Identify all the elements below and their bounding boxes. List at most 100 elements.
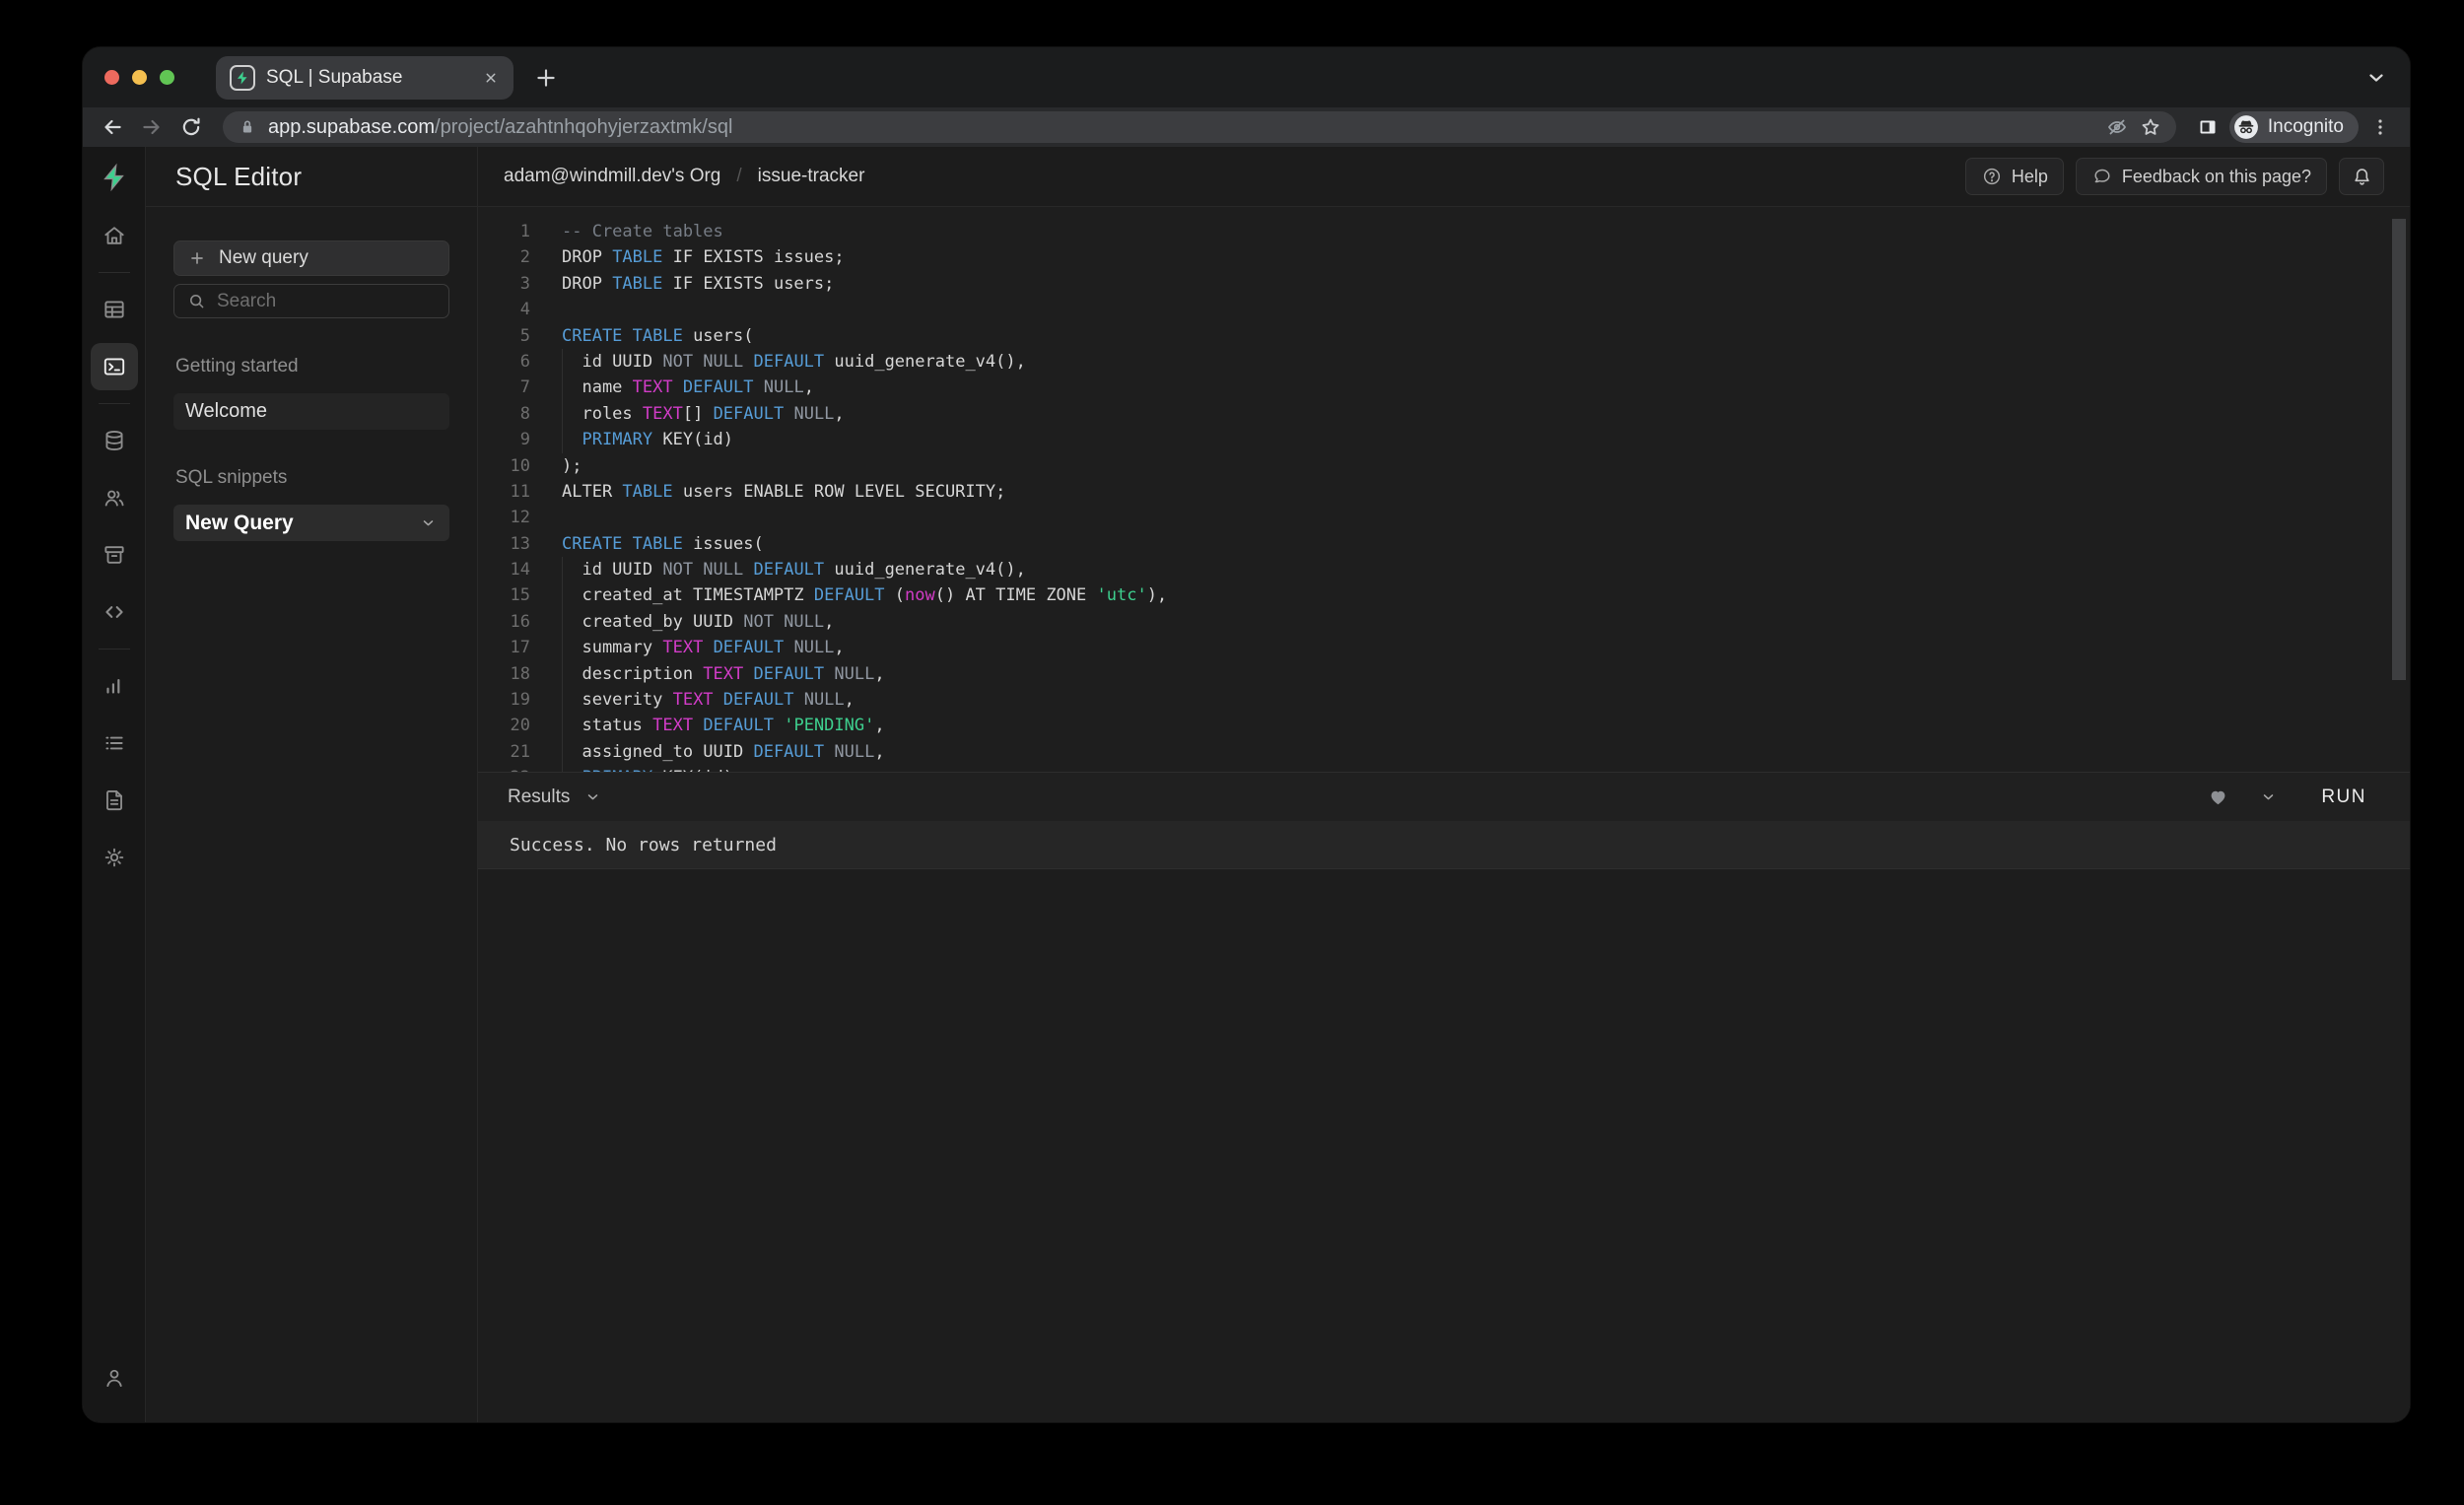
code-line[interactable]: 12 <box>478 505 2410 530</box>
run-button[interactable]: RUN <box>2307 779 2380 816</box>
incognito-badge[interactable]: Incognito <box>2229 111 2359 143</box>
chevron-down-icon[interactable] <box>419 513 438 532</box>
side-panel-icon[interactable] <box>2190 110 2225 144</box>
forward-icon[interactable] <box>134 110 170 144</box>
code-text: name TEXT DEFAULT NULL, <box>562 375 814 400</box>
lock-icon <box>237 116 258 138</box>
close-icon[interactable] <box>482 69 500 87</box>
logs-icon[interactable] <box>91 715 138 772</box>
minimize-window-button[interactable] <box>132 70 147 85</box>
api-docs-icon[interactable] <box>91 772 138 829</box>
code-line[interactable]: 14 id UUID NOT NULL DEFAULT uuid_generat… <box>478 557 2410 582</box>
code-text: severity TEXT DEFAULT NULL, <box>562 687 855 713</box>
close-window-button[interactable] <box>104 70 119 85</box>
search-box[interactable] <box>173 284 449 318</box>
sidebar-item-welcome[interactable]: Welcome <box>173 393 449 430</box>
help-button[interactable]: Help <box>1965 158 2064 195</box>
breadcrumb-project[interactable]: issue-tracker <box>758 166 865 187</box>
code-line[interactable]: 17 summary TEXT DEFAULT NULL, <box>478 635 2410 660</box>
line-number: 21 <box>478 739 530 765</box>
run-options-chevron-icon[interactable] <box>2259 787 2278 806</box>
code-text: CREATE TABLE issues( <box>562 531 764 557</box>
incognito-label: Incognito <box>2268 116 2344 138</box>
chevron-down-icon <box>583 787 602 806</box>
code-line[interactable]: 16 created_by UUID NOT NULL, <box>478 609 2410 635</box>
tab-search-chevron-icon[interactable] <box>2364 66 2388 90</box>
tab-title: SQL | Supabase <box>266 67 471 89</box>
code-text: summary TEXT DEFAULT NULL, <box>562 635 845 660</box>
rail-divider <box>99 649 130 650</box>
code-line[interactable]: 6 id UUID NOT NULL DEFAULT uuid_generate… <box>478 349 2410 375</box>
database-icon[interactable] <box>91 412 138 469</box>
code-line[interactable]: 8 roles TEXT[] DEFAULT NULL, <box>478 401 2410 427</box>
breadcrumb-org[interactable]: adam@windmill.dev's Org <box>504 166 720 187</box>
code-line[interactable]: 18 description TEXT DEFAULT NULL, <box>478 661 2410 687</box>
heart-icon[interactable] <box>2207 786 2229 808</box>
maximize-window-button[interactable] <box>160 70 174 85</box>
code-line[interactable]: 15 created_at TIMESTAMPTZ DEFAULT (now()… <box>478 582 2410 608</box>
line-number: 17 <box>478 635 530 660</box>
browser-tab[interactable]: SQL | Supabase <box>216 56 513 100</box>
question-circle-icon <box>1981 166 2003 187</box>
eye-slash-icon[interactable] <box>2105 115 2129 139</box>
star-icon[interactable] <box>2139 115 2162 139</box>
home-icon[interactable] <box>91 207 138 264</box>
code-line[interactable]: 4 <box>478 297 2410 322</box>
line-number: 14 <box>478 557 530 582</box>
code-line[interactable]: 13 CREATE TABLE issues( <box>478 531 2410 557</box>
notifications-button[interactable] <box>2339 158 2384 195</box>
main-area: adam@windmill.dev's Org / issue-tracker … <box>478 147 2410 1422</box>
sidebar-item-new-query[interactable]: New Query <box>173 505 449 541</box>
reload-icon[interactable] <box>173 110 209 144</box>
indent-guide <box>562 582 563 608</box>
feedback-button[interactable]: Feedback on this page? <box>2076 158 2327 195</box>
auth-icon[interactable] <box>91 469 138 526</box>
code-line[interactable]: 1-- Create tables <box>478 219 2410 244</box>
code-text: PRIMARY KEY(id) <box>562 427 733 452</box>
sql-code-editor[interactable]: 1-- Create tables2DROP TABLE IF EXISTS i… <box>478 207 2410 772</box>
new-tab-button[interactable] <box>533 65 559 91</box>
code-line[interactable]: 9 PRIMARY KEY(id) <box>478 427 2410 452</box>
code-text: CREATE TABLE users( <box>562 323 753 349</box>
storage-icon[interactable] <box>91 526 138 583</box>
kebab-menu-icon[interactable] <box>2362 110 2398 144</box>
code-line[interactable]: 11ALTER TABLE users ENABLE ROW LEVEL SEC… <box>478 479 2410 505</box>
results-dropdown[interactable]: Results <box>508 787 602 808</box>
account-icon[interactable] <box>91 1349 138 1406</box>
line-number: 16 <box>478 609 530 635</box>
url-text[interactable]: app.supabase.com/project/azahtnhqohyjerz… <box>268 116 2095 139</box>
code-text: DROP TABLE IF EXISTS users; <box>562 271 834 297</box>
bell-icon <box>2351 166 2373 188</box>
code-line[interactable]: 22 PRIMARY KEY(id), <box>478 765 2410 772</box>
rail-divider <box>99 272 130 273</box>
sql-editor-icon[interactable] <box>91 338 138 395</box>
code-line[interactable]: 5CREATE TABLE users( <box>478 323 2410 349</box>
indent-guide <box>562 375 563 400</box>
editor-scrollbar[interactable] <box>2392 219 2406 680</box>
table-editor-icon[interactable] <box>91 281 138 338</box>
code-text: roles TEXT[] DEFAULT NULL, <box>562 401 845 427</box>
edge-functions-icon[interactable] <box>91 583 138 641</box>
code-line[interactable]: 3DROP TABLE IF EXISTS users; <box>478 271 2410 297</box>
search-icon <box>186 291 207 311</box>
indent-guide <box>562 427 563 452</box>
code-line[interactable]: 10); <box>478 453 2410 479</box>
code-line[interactable]: 20 status TEXT DEFAULT 'PENDING', <box>478 713 2410 738</box>
code-line[interactable]: 19 severity TEXT DEFAULT NULL, <box>478 687 2410 713</box>
supabase-logo[interactable] <box>100 147 129 207</box>
browser-window: SQL | Supabase app.supabase.com/project/… <box>83 47 2410 1422</box>
line-number: 22 <box>478 765 530 772</box>
new-query-button[interactable]: New query <box>173 240 449 276</box>
code-line[interactable]: 7 name TEXT DEFAULT NULL, <box>478 375 2410 400</box>
line-number: 6 <box>478 349 530 375</box>
line-number: 13 <box>478 531 530 557</box>
reports-icon[interactable] <box>91 657 138 715</box>
search-input[interactable] <box>217 291 458 312</box>
back-icon[interactable] <box>95 110 130 144</box>
address-bar[interactable]: app.supabase.com/project/azahtnhqohyjerz… <box>223 111 2176 143</box>
settings-icon[interactable] <box>91 829 138 886</box>
sidebar-item-label: Welcome <box>185 400 267 423</box>
code-line[interactable]: 2DROP TABLE IF EXISTS issues; <box>478 244 2410 270</box>
code-line[interactable]: 21 assigned_to UUID DEFAULT NULL, <box>478 739 2410 765</box>
indent-guide <box>562 713 563 738</box>
